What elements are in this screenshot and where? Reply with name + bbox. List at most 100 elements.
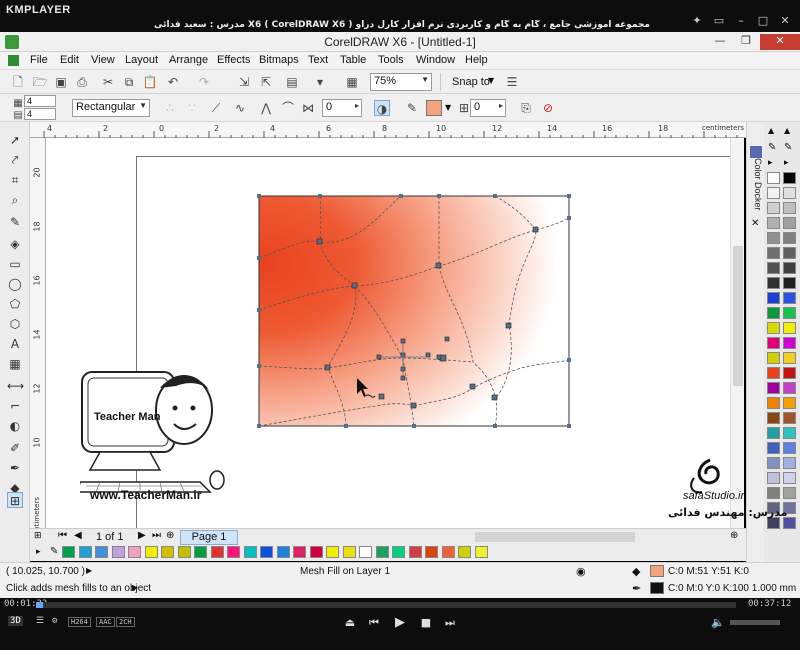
fill-color-swatch[interactable]: [650, 565, 664, 577]
palette-scroll-up-icon[interactable]: ▲: [784, 126, 790, 135]
palette-swatch[interactable]: [243, 546, 257, 558]
palette-swatch[interactable]: [783, 457, 796, 469]
copy-icon[interactable]: ⧉: [121, 74, 137, 90]
palette-swatch[interactable]: [111, 546, 125, 558]
palette-swatch[interactable]: [441, 546, 455, 558]
first-page-icon[interactable]: ⏮: [58, 530, 67, 541]
palette-swatch[interactable]: [767, 187, 780, 199]
palette-scroll-up-icon[interactable]: ▲: [768, 126, 774, 135]
smooth-node-icon[interactable]: ⌒: [280, 100, 296, 116]
stop-icon[interactable]: ■: [418, 615, 434, 631]
palette-swatch[interactable]: [227, 546, 240, 558]
palette-swatch[interactable]: [161, 546, 174, 558]
palette-swatches[interactable]: [767, 172, 799, 552]
eyedropper-icon[interactable]: ✎: [50, 546, 58, 557]
palette-swatch[interactable]: [767, 442, 780, 454]
palette-swatch[interactable]: [783, 352, 796, 364]
zoom-tool-icon[interactable]: ⌕: [7, 192, 23, 208]
palette-swatch[interactable]: [767, 262, 780, 274]
chevron-down-icon[interactable]: ▼: [445, 103, 451, 112]
palette-menu-icon[interactable]: ▸: [36, 547, 41, 557]
palette-swatch[interactable]: [767, 337, 780, 349]
close-icon[interactable]: ✕: [778, 14, 792, 28]
freehand-tool-icon[interactable]: ✎: [7, 214, 23, 230]
palette-swatch[interactable]: [194, 546, 207, 558]
palette-swatch[interactable]: [62, 546, 75, 558]
palette-swatch[interactable]: [767, 367, 780, 379]
eyedropper-icon[interactable]: ✎: [784, 142, 792, 153]
print-icon[interactable]: ⎙: [74, 74, 90, 90]
application-launcher-icon[interactable]: ▾: [312, 74, 328, 90]
next-page-icon[interactable]: ▶: [138, 530, 146, 541]
palette-swatch[interactable]: [767, 352, 780, 364]
palette-swatch[interactable]: [783, 397, 796, 409]
palette-swatch[interactable]: [767, 307, 780, 319]
palette-swatch[interactable]: [342, 546, 356, 558]
eject-icon[interactable]: ⏏: [342, 615, 358, 631]
connector-tool-icon[interactable]: ⌐: [7, 398, 23, 414]
table-tool-icon[interactable]: ▦: [7, 356, 23, 372]
menu-text[interactable]: Text: [308, 54, 328, 66]
color-docker-tab[interactable]: Color Docker ✕: [746, 122, 764, 562]
palette-swatch[interactable]: [144, 546, 158, 558]
palette-swatch[interactable]: [783, 247, 796, 259]
mesh-fill-tool-icon[interactable]: ⊞: [7, 492, 23, 508]
palette-swatch[interactable]: [767, 397, 780, 409]
minimize-icon[interactable]: –: [734, 14, 748, 28]
palette-swatch[interactable]: [767, 382, 780, 394]
palette-swatch[interactable]: [767, 472, 780, 484]
prev-icon[interactable]: ⏮: [366, 615, 382, 631]
palette-swatch[interactable]: [783, 217, 796, 229]
palette-swatch[interactable]: [783, 292, 796, 304]
palette-swatch[interactable]: [783, 202, 796, 214]
palette-swatch[interactable]: [783, 172, 796, 184]
page-tab[interactable]: Page 1: [180, 530, 238, 545]
polygon-tool-icon[interactable]: ⬠: [7, 296, 23, 312]
palette-swatch[interactable]: [767, 277, 780, 289]
palette-swatch[interactable]: [474, 546, 488, 558]
palette-swatch[interactable]: [767, 172, 780, 184]
ellipse-tool-icon[interactable]: ◯: [7, 276, 23, 292]
shape-tool-icon[interactable]: ⤤: [7, 152, 23, 168]
rectangle-tool-icon[interactable]: ▭: [7, 256, 23, 272]
restore-icon[interactable]: ❐: [734, 34, 758, 50]
cusp-node-icon[interactable]: ⋀: [258, 100, 274, 116]
new-icon[interactable]: 🗋: [10, 74, 26, 90]
palette-swatch[interactable]: [783, 322, 796, 334]
palette-swatch[interactable]: [375, 546, 389, 558]
palette-swatch[interactable]: [767, 487, 780, 499]
palette-swatch[interactable]: [767, 247, 780, 259]
eyedropper-icon[interactable]: ✎: [768, 142, 776, 153]
copy-mesh-properties-icon[interactable]: ⎘: [518, 100, 534, 116]
prev-page-icon[interactable]: ◀: [74, 530, 82, 541]
palette-swatch[interactable]: [309, 546, 323, 558]
palette-swatch[interactable]: [783, 382, 796, 394]
zoom-navigator-icon[interactable]: ⊕: [730, 530, 738, 541]
palette-swatch[interactable]: [359, 546, 372, 558]
palette-swatch[interactable]: [767, 427, 780, 439]
palette-swatch[interactable]: [458, 546, 471, 558]
close-icon[interactable]: ✕: [760, 34, 800, 50]
menu-layout[interactable]: Layout: [125, 54, 158, 66]
zoom-combo[interactable]: 75% ▼: [370, 73, 432, 91]
crop-tool-icon[interactable]: ⌗: [7, 172, 23, 188]
symmetrical-node-icon[interactable]: ⋈: [300, 100, 316, 116]
chevron-down-icon[interactable]: ▼: [488, 76, 494, 85]
save-icon[interactable]: ▣: [53, 74, 69, 90]
volume-slider[interactable]: [730, 620, 780, 625]
paste-icon[interactable]: 📋: [142, 74, 158, 90]
last-page-icon[interactable]: ⏭: [152, 530, 161, 541]
eyedropper-tool-icon[interactable]: ✐: [7, 440, 23, 456]
badge-3d[interactable]: 3D: [8, 616, 23, 626]
add-node-icon[interactable]: ∴: [162, 100, 178, 116]
to-line-icon[interactable]: ⟋: [208, 100, 224, 116]
add-page-icon[interactable]: ⊕: [166, 530, 174, 541]
delete-node-icon[interactable]: ∵: [184, 100, 200, 116]
smooth-mesh-icon[interactable]: ◑: [374, 100, 390, 116]
mesh-rectangle[interactable]: [258, 195, 570, 427]
selection-mode-select[interactable]: Rectangular ▼: [72, 99, 150, 117]
palette-swatch[interactable]: [783, 307, 796, 319]
next-icon[interactable]: ⏭: [442, 615, 458, 631]
menu-bitmaps[interactable]: Bitmaps: [259, 54, 299, 66]
menu-icon[interactable]: ☰: [36, 616, 44, 626]
